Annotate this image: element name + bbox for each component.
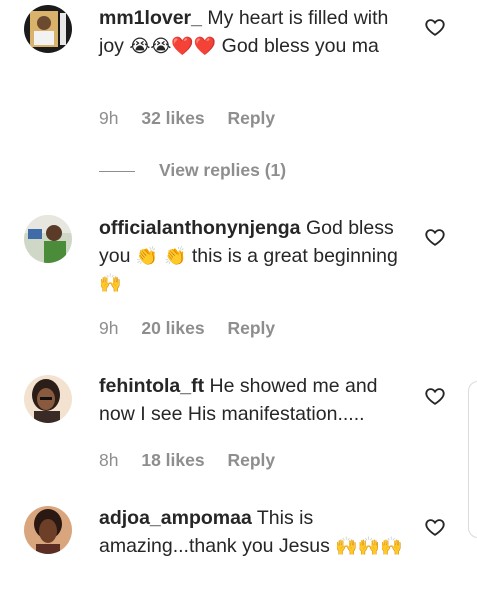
comment-time: 9h xyxy=(99,318,119,338)
comment-username[interactable]: officialanthonynjenga xyxy=(99,217,301,239)
avatar[interactable] xyxy=(24,375,72,423)
comment-meta: 9h 32 likes Reply xyxy=(99,108,275,129)
avatar[interactable] xyxy=(24,5,72,53)
comment-text: fehintola_ft He showed me and now I see … xyxy=(99,373,404,428)
comment-meta: 8h 18 likes Reply xyxy=(99,450,275,471)
avatar[interactable] xyxy=(24,506,72,554)
comment-username[interactable]: mm1lover_ xyxy=(99,7,202,29)
comment-text: mm1lover_ My heart is filled with joy 😭😭… xyxy=(99,5,404,60)
heart-outline-icon[interactable] xyxy=(424,385,446,407)
comment-likes[interactable]: 32 likes xyxy=(141,108,204,129)
comment-meta: 9h 20 likes Reply xyxy=(99,318,275,339)
divider-line xyxy=(99,171,135,172)
avatar[interactable] xyxy=(24,215,72,263)
reply-button[interactable]: Reply xyxy=(227,450,275,471)
view-replies-label[interactable]: View replies (1) xyxy=(159,160,286,181)
reply-button[interactable]: Reply xyxy=(227,108,275,129)
comment-username[interactable]: fehintola_ft xyxy=(99,375,204,397)
comment-emoji: 🙌🙌🙌 xyxy=(335,535,403,557)
comment-text: officialanthonynjenga God bless you 👏 👏 … xyxy=(99,215,404,298)
comment-emoji: 😭😭❤️❤️ xyxy=(129,35,217,57)
comment-body-end: God bless you ma xyxy=(221,34,379,57)
comment-time: 8h xyxy=(99,450,119,470)
heart-outline-icon[interactable] xyxy=(424,516,446,538)
reply-button[interactable]: Reply xyxy=(227,318,275,339)
comment-emoji: 👏 👏 xyxy=(135,245,187,267)
comment-likes[interactable]: 18 likes xyxy=(141,450,204,471)
comment-time: 9h xyxy=(99,108,119,128)
heart-outline-icon[interactable] xyxy=(424,226,446,248)
comment-username[interactable]: adjoa_ampomaa xyxy=(99,507,252,529)
side-panel-edge xyxy=(468,381,477,538)
heart-outline-icon[interactable] xyxy=(424,16,446,38)
comment-text: adjoa_ampomaa This is amazing...thank yo… xyxy=(99,505,404,560)
comment-body-middle: this is a great beginning xyxy=(191,244,398,267)
comment-emoji-end: 🙌 xyxy=(99,273,122,294)
comment-likes[interactable]: 20 likes xyxy=(141,318,204,339)
